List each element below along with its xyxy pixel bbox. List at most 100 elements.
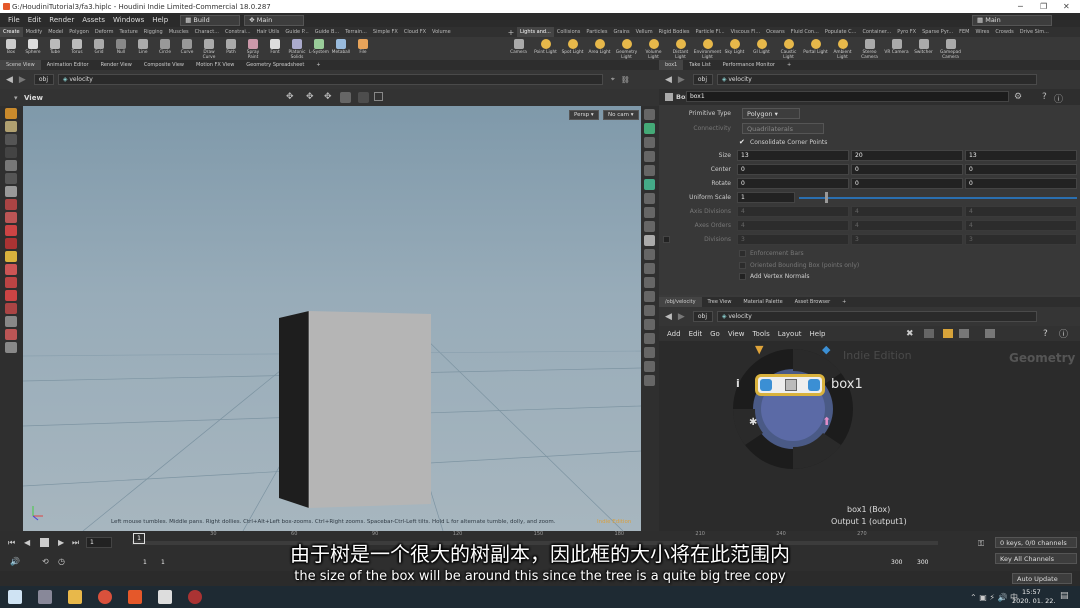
grid-toggle-icon[interactable]	[644, 249, 655, 260]
shelf-tab-volume[interactable]: Volume	[429, 27, 454, 37]
wireframe-icon[interactable]	[644, 137, 655, 148]
shelf-tab-drive-sim[interactable]: Drive Sim...	[1017, 27, 1052, 37]
view-camera-icon[interactable]	[358, 92, 369, 103]
background-icon[interactable]	[644, 263, 655, 274]
vis-icon[interactable]	[644, 277, 655, 288]
shelf-tab-crowds[interactable]: Crowds	[992, 27, 1016, 37]
ruler-tool-icon[interactable]	[5, 264, 17, 275]
shelf-tool-tube[interactable]: Tube	[44, 37, 66, 60]
shelf-tool-path[interactable]: Path	[220, 37, 242, 60]
view-tool-icon-2[interactable]: ✥	[306, 92, 314, 102]
handle-tool-icon[interactable]	[5, 134, 17, 145]
shelf-tab-rigging[interactable]: Rigging	[141, 27, 166, 37]
shelf-tool-null[interactable]: Null	[110, 37, 132, 60]
display-flag-icon[interactable]: ◆	[822, 343, 830, 356]
shelf-tab-guide-p[interactable]: Guide P...	[282, 27, 311, 37]
shelf-tool-line[interactable]: Line	[132, 37, 154, 60]
view-tool-icon-3[interactable]: ✥	[324, 92, 332, 102]
back-arrow-icon[interactable]: ◀	[6, 75, 13, 85]
render-region-icon[interactable]	[644, 375, 655, 386]
lock-tool-icon[interactable]	[5, 186, 17, 197]
tab-scene-view[interactable]: Scene View	[0, 60, 41, 70]
shelf-tab-muscles[interactable]: Muscles	[166, 27, 192, 37]
connectivity-dropdown[interactable]: Quadrilaterals	[742, 123, 824, 134]
network-path-node[interactable]: ◈ velocity	[716, 311, 1037, 322]
tab-motion-fx-view[interactable]: Motion FX View	[190, 60, 240, 70]
gear-icon[interactable]: ⚙	[1014, 92, 1022, 102]
shelf-tool-area-light[interactable]: Area Light	[586, 37, 613, 60]
perspective-icon[interactable]	[644, 319, 655, 330]
size-z-field[interactable]: 13	[965, 150, 1077, 161]
shelf-tool-platonic-solids[interactable]: Platonic Solids	[286, 37, 308, 60]
shelf-tool-torus[interactable]: Torus	[66, 37, 88, 60]
shelf-tool-grid[interactable]: Grid	[88, 37, 110, 60]
shelf-tab-fem[interactable]: FEM	[956, 27, 972, 37]
shelf-tool-distant-light[interactable]: Distant Light	[667, 37, 694, 60]
axes-order-z-field[interactable]: 4	[965, 220, 1077, 231]
close-icon[interactable]: ✕	[1063, 2, 1070, 11]
link-icon[interactable]: ⛓	[621, 76, 630, 84]
tab-composite-view[interactable]: Composite View	[138, 60, 190, 70]
node-name-field[interactable]: box1	[686, 91, 1009, 102]
div-x-field[interactable]: 3	[737, 234, 849, 245]
shelf-tool-camera[interactable]: Camera	[505, 37, 532, 60]
camera-view-icon[interactable]	[644, 235, 655, 246]
shelf-tab-pyro-fx[interactable]: Pyro FX	[894, 27, 919, 37]
shelf-tool-sky-light[interactable]: Sky Light	[721, 37, 748, 60]
shelf-tool-gi-light[interactable]: GI Light	[748, 37, 775, 60]
uniform-scale-field[interactable]: 1	[737, 192, 795, 203]
shelf-tool-circle[interactable]: Circle	[154, 37, 176, 60]
render-tool-icon[interactable]	[5, 329, 17, 340]
pose-tool-icon[interactable]	[5, 147, 17, 158]
light-icon[interactable]	[644, 179, 655, 190]
display-points-icon[interactable]	[644, 193, 655, 204]
rotate-y-field[interactable]: 0	[851, 178, 963, 189]
frame-icon[interactable]	[985, 329, 995, 338]
lasso-tool-icon[interactable]	[5, 277, 17, 288]
select-tool-icon[interactable]	[5, 108, 17, 119]
shelf-tab-wires[interactable]: Wires	[973, 27, 993, 37]
notification-icon[interactable]: ▤	[1060, 591, 1069, 601]
paint-tool-icon[interactable]	[5, 238, 17, 249]
network-menu-layout[interactable]: Layout	[778, 330, 802, 338]
shelf-tab-particles[interactable]: Particles	[583, 27, 610, 37]
oriented-bbox-checkbox[interactable]	[739, 262, 746, 269]
center-x-field[interactable]: 0	[737, 164, 849, 175]
shelf-tool-spot-light[interactable]: Spot Light	[559, 37, 586, 60]
shelf-tool-spray-paint[interactable]: Spray Paint	[242, 37, 264, 60]
shelf-tab-particle-fl[interactable]: Particle Fl...	[693, 27, 728, 37]
eye-tool-icon[interactable]	[5, 316, 17, 327]
windows-start-icon[interactable]	[8, 590, 22, 604]
lock-flag-icon[interactable]: ✱	[749, 417, 757, 428]
consolidate-checkbox[interactable]: ✔	[739, 138, 745, 146]
menu-assets[interactable]: Assets	[82, 16, 105, 24]
display-options-icon[interactable]	[644, 109, 655, 120]
div-z-field[interactable]: 3	[965, 234, 1077, 245]
add-tab-icon[interactable]: +	[310, 60, 326, 70]
param-path-obj[interactable]: obj	[692, 74, 713, 85]
axis-div-z-field[interactable]: 4	[965, 206, 1077, 217]
arrow-tool-icon[interactable]	[5, 160, 17, 171]
wrench-icon[interactable]: ✖	[906, 329, 914, 339]
shelf-tab-cloud-fx[interactable]: Cloud FX	[401, 27, 429, 37]
forward-arrow-icon[interactable]: ▶	[19, 75, 26, 85]
shelf-tab-lights-and[interactable]: Lights and...	[517, 27, 554, 37]
template-flag-icon[interactable]: ⬆	[822, 415, 831, 428]
pin-icon[interactable]: ⌖	[611, 75, 615, 84]
tab-tree-view[interactable]: Tree View	[702, 297, 738, 307]
shelf-tab-polygon[interactable]: Polygon	[66, 27, 92, 37]
forward-arrow-icon[interactable]: ▶	[678, 312, 685, 322]
tab-network-velocity[interactable]: /obj/velocity	[659, 297, 702, 307]
add-tab-icon[interactable]: +	[781, 60, 797, 70]
menu-file[interactable]: File	[8, 16, 20, 24]
uniform-scale-handle[interactable]	[825, 192, 828, 203]
uniform-scale-slider[interactable]	[799, 197, 1077, 199]
shelf-tool-stereo-camera[interactable]: Stereo Camera	[856, 37, 883, 60]
flag-icon[interactable]	[943, 329, 953, 338]
path-node[interactable]: ◈ velocity	[57, 74, 603, 85]
center-z-field[interactable]: 0	[965, 164, 1077, 175]
primitive-type-dropdown[interactable]: Polygon ▾	[742, 108, 800, 119]
bypass-flag-icon[interactable]: ▼	[755, 343, 763, 356]
shelf-tab-simple-fx[interactable]: Simple FX	[370, 27, 401, 37]
network-menu-tools[interactable]: Tools	[752, 330, 769, 338]
